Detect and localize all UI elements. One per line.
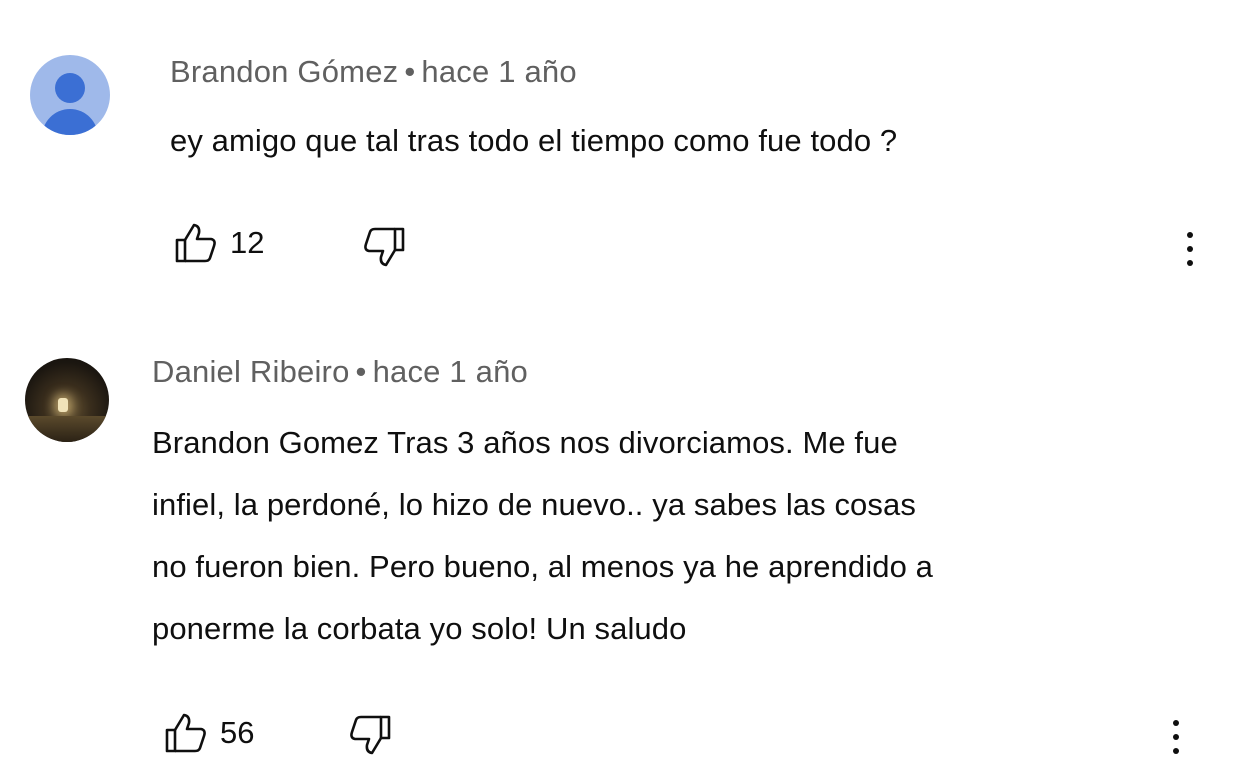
more-options-button[interactable] <box>1166 712 1186 756</box>
comment-meta: Daniel Ribeiro • hace 1 año <box>152 354 528 390</box>
meta-separator: • <box>355 354 367 389</box>
comment-text-line: ponerme la corbata yo solo! Un saludo <box>152 611 687 646</box>
thumbs-down-icon <box>348 714 392 756</box>
comment-time[interactable]: hace 1 año <box>373 354 528 389</box>
author-name[interactable]: Daniel Ribeiro <box>152 354 350 389</box>
like-button[interactable]: 56 <box>164 712 254 754</box>
comment-item: Daniel Ribeiro • hace 1 año Brandon Gomez … <box>0 0 1242 769</box>
more-vertical-icon <box>1166 719 1186 754</box>
like-count: 56 <box>220 715 255 750</box>
comment-text-line: infiel, la perdoné, lo hizo de nuevo.. y… <box>152 487 916 522</box>
comments-section: Brandon Gómez • hace 1 año ey amigo que ta… <box>0 0 1242 769</box>
user-avatar[interactable] <box>25 358 109 442</box>
thumbs-up-icon <box>164 712 208 754</box>
dislike-button[interactable] <box>348 714 392 756</box>
comment-text: Brandon Gomez Tras 3 años nos divorciamo… <box>152 412 933 660</box>
comment-text-line: Brandon Gomez Tras 3 años nos divorciamo… <box>152 425 898 460</box>
comment-text-line: no fueron bien. Pero bueno, al menos ya … <box>152 549 933 584</box>
